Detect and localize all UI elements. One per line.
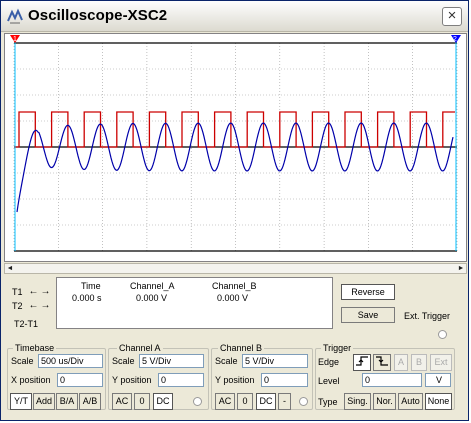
trigger-level-label: Level (318, 376, 340, 386)
trigger-source-ext-button[interactable]: Ext (430, 354, 452, 371)
oscilloscope-icon (7, 8, 23, 24)
trigger-single-button[interactable]: Sing. (344, 393, 371, 410)
trigger-type-label: Type (318, 397, 338, 407)
mode-yt-button[interactable]: Y/T (10, 393, 32, 410)
t2-right-arrow-icon[interactable]: → (40, 300, 51, 311)
trigger-level-field[interactable]: 0 (362, 373, 422, 387)
channel-a-zero-button[interactable]: 0 (134, 393, 150, 410)
ext-trigger-label: Ext. Trigger (404, 311, 451, 321)
channel-b-ypos-label: Y position (215, 375, 255, 385)
window-title: Oscilloscope-XSC2 (28, 7, 168, 24)
scroll-left-icon[interactable]: ◄ (5, 264, 15, 273)
horizontal-scrollbar[interactable]: ◄ ► (4, 263, 467, 274)
cursor-readout: Time Channel_A Channel_B 0.000 s 0.000 V… (56, 277, 333, 329)
timebase-scale-field[interactable]: 500 us/Div (38, 354, 103, 368)
channel-a-scale-field[interactable]: 5 V/Div (139, 354, 204, 368)
cursor-delta-label: T2-T1 (14, 319, 39, 329)
channel-b-ac-button[interactable]: AC (215, 393, 235, 410)
reverse-button[interactable]: Reverse (341, 284, 395, 300)
rising-edge-button[interactable] (353, 354, 371, 371)
timebase-scale-label: Scale (11, 356, 34, 366)
t1-channel-a-value: 0.000 V (136, 293, 168, 303)
channel-b-negate-button[interactable]: - (278, 393, 291, 410)
rising-edge-icon (356, 356, 368, 366)
t1-time-value: 0.000 s (72, 293, 102, 303)
save-button[interactable]: Save (341, 307, 395, 323)
x-position-field[interactable]: 0 (57, 373, 103, 387)
falling-edge-icon (376, 356, 388, 366)
title-bar[interactable]: Oscilloscope-XSC2 × (1, 1, 468, 32)
channel-b-title: Channel B (218, 343, 265, 353)
scope-screen[interactable]: 12 (6, 35, 465, 259)
close-button[interactable]: × (442, 7, 462, 26)
timebase-title: Timebase (13, 343, 57, 353)
trigger-none-button[interactable]: None (425, 393, 452, 410)
channel-b-scale-field[interactable]: 5 V/Div (242, 354, 308, 368)
trigger-level-unit[interactable]: V (425, 373, 451, 387)
oscilloscope-window: Oscilloscope-XSC2 × 12 ◄ ► T1 ← → T2 ← →… (0, 0, 469, 421)
channel-b-ypos-field[interactable]: 0 (261, 373, 308, 387)
channel-a-ypos-field[interactable]: 0 (158, 373, 204, 387)
time-header: Time (81, 281, 101, 291)
trigger-source-a-button[interactable]: A (394, 354, 408, 371)
channel-b-zero-button[interactable]: 0 (237, 393, 253, 410)
ext-trigger-terminal[interactable] (438, 330, 447, 339)
channel-b-scale-label: Scale (215, 356, 238, 366)
channel-b-header: Channel_B (212, 281, 257, 291)
channel-a-title: Channel A (117, 343, 163, 353)
t2-left-arrow-icon[interactable]: ← (28, 300, 39, 311)
channel-a-scale-label: Scale (112, 356, 135, 366)
cursor-t2-marker-label: 2 (453, 36, 457, 43)
cursor-t1-marker-label: 1 (13, 36, 17, 43)
channel-a-ac-button[interactable]: AC (112, 393, 132, 410)
cursor-t1-label: T1 (12, 287, 23, 297)
trigger-source-b-button[interactable]: B (411, 354, 427, 371)
cursor-t2-label: T2 (12, 301, 23, 311)
falling-edge-button[interactable] (373, 354, 391, 371)
trigger-edge-label: Edge (318, 357, 340, 367)
mode-ab-button[interactable]: A/B (79, 393, 101, 410)
t1-right-arrow-icon[interactable]: → (40, 286, 51, 297)
trigger-auto-button[interactable]: Auto (398, 393, 423, 410)
trigger-normal-button[interactable]: Nor. (373, 393, 396, 410)
channel-a-terminal[interactable] (193, 397, 202, 406)
channel-a-ypos-label: Y position (112, 375, 152, 385)
t1-channel-b-value: 0.000 V (217, 293, 249, 303)
x-position-label: X position (11, 375, 51, 385)
trigger-title: Trigger (321, 343, 354, 353)
mode-add-button[interactable]: Add (33, 393, 55, 410)
channel-b-terminal[interactable] (299, 397, 308, 406)
mode-ba-button[interactable]: B/A (56, 393, 78, 410)
scroll-right-icon[interactable]: ► (456, 264, 466, 273)
channel-a-dc-button[interactable]: DC (153, 393, 173, 410)
t1-left-arrow-icon[interactable]: ← (28, 286, 39, 297)
channel-a-header: Channel_A (130, 281, 175, 291)
channel-b-dc-button[interactable]: DC (256, 393, 276, 410)
